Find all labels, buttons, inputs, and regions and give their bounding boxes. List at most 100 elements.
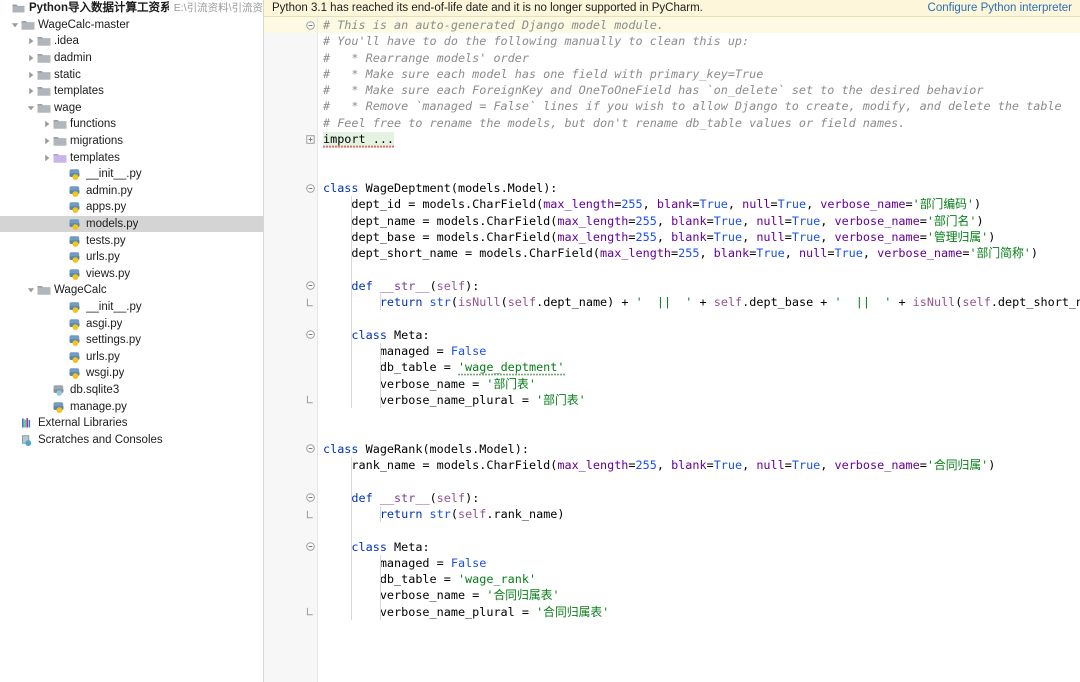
code-line[interactable]: # You'll have to do the following manual… <box>318 33 1080 49</box>
code-line[interactable]: db_table = 'wage_rank' <box>318 571 1080 587</box>
line-number[interactable] <box>264 147 304 163</box>
line-number[interactable] <box>264 473 304 489</box>
code-line[interactable] <box>318 522 1080 538</box>
code-line[interactable] <box>318 261 1080 277</box>
chevron-right-icon[interactable] <box>41 150 52 166</box>
code-line[interactable] <box>318 473 1080 489</box>
tree-item-manage-py[interactable]: manage.py <box>0 398 263 415</box>
line-number[interactable] <box>264 278 304 294</box>
line-number[interactable] <box>264 115 304 131</box>
line-number[interactable] <box>264 571 304 587</box>
line-number[interactable] <box>264 164 304 180</box>
tree-item-models-py[interactable]: models.py <box>0 215 263 233</box>
code-line[interactable]: verbose_name_plural = '部门表' <box>318 392 1080 408</box>
code-line[interactable] <box>318 310 1080 326</box>
tree-item-views-py[interactable]: views.py <box>0 266 263 283</box>
tree-item-settings-py[interactable]: settings.py <box>0 332 263 349</box>
code-line[interactable]: dept_short_name = models.CharField(max_l… <box>318 245 1080 261</box>
code-line[interactable]: rank_name = models.CharField(max_length=… <box>318 457 1080 473</box>
code-line[interactable]: def __str__(self): <box>318 278 1080 294</box>
configure-python-interpreter-link[interactable]: Configure Python interpreter <box>928 2 1072 14</box>
tree-item-migrations[interactable]: migrations <box>0 133 263 150</box>
line-number[interactable] <box>264 229 304 245</box>
code-line[interactable]: class WageRank(models.Model): <box>318 441 1080 457</box>
line-number[interactable] <box>264 33 304 49</box>
code-line[interactable]: import ... <box>318 131 1080 149</box>
code-line[interactable]: dept_base = models.CharField(max_length=… <box>318 229 1080 245</box>
tree-item-apps-py[interactable]: apps.py <box>0 199 263 216</box>
code-line[interactable]: return str(isNull(self.dept_name) + ' ||… <box>318 294 1080 310</box>
line-number[interactable] <box>264 66 304 82</box>
code-folding-gutter[interactable] <box>304 17 318 682</box>
line-number[interactable] <box>264 213 304 229</box>
line-number[interactable] <box>264 587 304 603</box>
chevron-down-icon[interactable] <box>25 282 36 298</box>
line-number[interactable] <box>264 17 304 34</box>
code-line[interactable]: # Feel free to rename the models, but do… <box>318 115 1080 131</box>
code-line[interactable]: # * Make sure each model has one field w… <box>318 66 1080 82</box>
code-line[interactable]: verbose_name_plural = '合同归属表' <box>318 604 1080 620</box>
chevron-down-icon[interactable] <box>9 17 20 33</box>
line-number[interactable] <box>264 408 304 424</box>
line-number[interactable] <box>264 620 304 636</box>
code-line[interactable]: return str(self.rank_name) <box>318 506 1080 522</box>
line-number[interactable] <box>264 490 304 506</box>
tree-item-wage[interactable]: wage <box>0 100 263 117</box>
tree-item-admin-py[interactable]: admin.py <box>0 183 263 200</box>
line-number[interactable] <box>264 376 304 392</box>
line-number[interactable] <box>264 261 304 277</box>
tree-item-urls-py[interactable]: urls.py <box>0 249 263 266</box>
fold-toggle-minus-round[interactable] <box>304 539 317 555</box>
line-number[interactable] <box>264 50 304 66</box>
tree-item-scratches-and-consoles[interactable]: Scratches and Consoles <box>0 431 263 448</box>
line-number[interactable] <box>264 310 304 326</box>
tree-item-static[interactable]: static <box>0 66 263 83</box>
code-line[interactable]: def __str__(self): <box>318 490 1080 506</box>
code-line[interactable]: class Meta: <box>318 327 1080 343</box>
tree-item--init-py[interactable]: __init__.py <box>0 299 263 316</box>
fold-toggle-minus-round[interactable] <box>304 327 317 343</box>
code-line[interactable]: verbose_name = '合同归属表' <box>318 587 1080 603</box>
code-line[interactable] <box>318 424 1080 440</box>
line-number[interactable] <box>264 98 304 114</box>
tree-item-templates[interactable]: templates <box>0 149 263 166</box>
chevron-right-icon[interactable] <box>25 33 36 49</box>
code-line[interactable]: managed = False <box>318 555 1080 571</box>
chevron-right-icon[interactable] <box>41 133 52 149</box>
line-number[interactable] <box>264 82 304 98</box>
fold-toggle-minus-round[interactable] <box>304 180 317 196</box>
code-line[interactable] <box>318 620 1080 636</box>
line-number[interactable] <box>264 441 304 457</box>
fold-toggle-minus-round[interactable] <box>304 490 317 506</box>
line-number[interactable] <box>264 131 304 147</box>
line-number[interactable] <box>264 424 304 440</box>
code-line[interactable]: # * Make sure each ForeignKey and OneToO… <box>318 82 1080 98</box>
tree-item-wagecalc-master[interactable]: WageCalc-master <box>0 17 263 34</box>
fold-toggle-end-bracket[interactable] <box>304 392 317 408</box>
chevron-right-icon[interactable] <box>25 67 36 83</box>
tree-item-urls-py[interactable]: urls.py <box>0 348 263 365</box>
line-number[interactable] <box>264 457 304 473</box>
source-code-text[interactable]: # This is an auto-generated Django model… <box>318 17 1080 682</box>
code-line[interactable]: class WageDeptment(models.Model): <box>318 180 1080 196</box>
code-line[interactable]: dept_name = models.CharField(max_length=… <box>318 213 1080 229</box>
tree-item--idea[interactable]: .idea <box>0 33 263 50</box>
code-line[interactable]: db_table = 'wage_deptment' <box>318 359 1080 377</box>
tree-item-templates[interactable]: templates <box>0 83 263 100</box>
code-line[interactable] <box>318 164 1080 180</box>
line-number[interactable] <box>264 506 304 522</box>
line-number[interactable] <box>264 327 304 343</box>
project-tree[interactable]: Python导入数据计算工资系统源码 E:\引流资料\引流资 WageCalc-… <box>0 0 263 448</box>
tree-item-tests-py[interactable]: tests.py <box>0 232 263 249</box>
code-line[interactable]: # * Remove `managed = False` lines if yo… <box>318 98 1080 114</box>
code-line[interactable]: managed = False <box>318 343 1080 359</box>
code-line[interactable]: dept_id = models.CharField(max_length = 25… <box>318 196 1080 212</box>
tree-item--init-py[interactable]: __init__.py <box>0 166 263 183</box>
code-line[interactable] <box>318 408 1080 424</box>
fold-toggle-end-bracket[interactable] <box>304 294 317 310</box>
code-line[interactable]: # This is an auto-generated Django model… <box>318 17 1080 34</box>
line-number[interactable] <box>264 539 304 555</box>
line-number[interactable] <box>264 294 304 310</box>
code-line[interactable]: # * Rearrange models' order <box>318 50 1080 66</box>
line-number[interactable] <box>264 196 304 212</box>
